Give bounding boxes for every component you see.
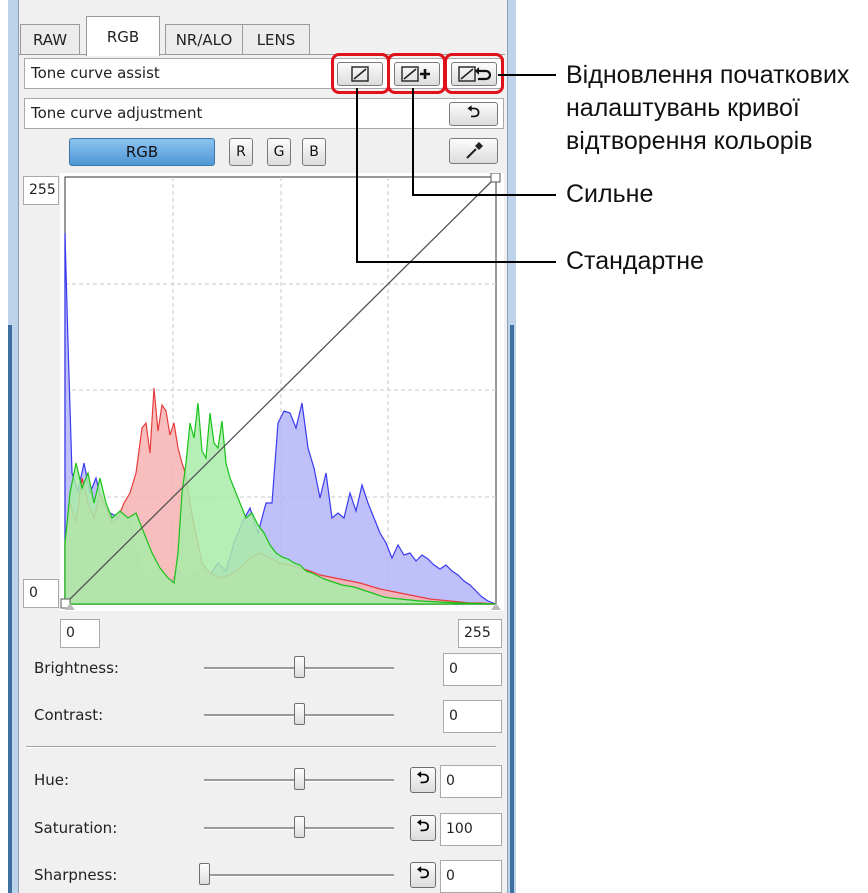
channel-b-button[interactable]: B — [302, 138, 326, 166]
callout-strong-text: Сильне — [566, 180, 654, 208]
eyedropper-icon — [465, 142, 483, 159]
callout-line-strong-vertical — [412, 88, 414, 195]
reset-icon: ⮌ — [467, 101, 480, 121]
reset-icon: ⮌ — [416, 815, 430, 835]
frame-edge-right — [510, 325, 514, 893]
strong-highlight — [387, 53, 446, 94]
callout-standard-text: Стандартне — [566, 247, 704, 275]
curve-input-field[interactable]: 0 — [60, 619, 100, 648]
y-min-label: 0 — [23, 579, 59, 608]
contrast-label: Contrast: — [34, 706, 104, 724]
section-divider — [26, 746, 496, 748]
sharpness-value-field[interactable]: 0 — [440, 860, 502, 893]
y-max-label: 255 — [23, 176, 59, 205]
sharpness-slider-thumb[interactable] — [199, 863, 210, 885]
tab-nr-alo[interactable]: NR/ALO — [165, 24, 243, 55]
tab-raw[interactable]: RAW — [20, 24, 80, 55]
sharpness-reset-button[interactable]: ⮌ — [410, 862, 436, 888]
callout-line-reset — [498, 74, 556, 76]
saturation-reset-button[interactable]: ⮌ — [410, 815, 436, 841]
channel-g-button[interactable]: G — [267, 138, 291, 166]
sharpness-label: Sharpness: — [34, 866, 118, 884]
reset-highlight — [444, 53, 504, 94]
curve-point-white[interactable] — [490, 173, 501, 183]
callout-line-standard-horizontal — [356, 261, 556, 263]
channel-r-button[interactable]: R — [229, 138, 253, 166]
tone-curve-assist-label: Tone curve assist — [31, 64, 160, 82]
hue-label: Hue: — [34, 771, 70, 789]
tone-curve-adjustment-label: Tone curve adjustment — [31, 104, 203, 122]
curve-output-field[interactable]: 255 — [458, 619, 502, 648]
callout-reset-line-1: Відновлення початкових — [566, 61, 850, 89]
contrast-value-field[interactable]: 0 — [443, 700, 502, 733]
brightness-slider-thumb[interactable] — [294, 656, 305, 678]
tone-curve-graph[interactable] — [60, 173, 504, 611]
brightness-label: Brightness: — [34, 659, 119, 677]
callout-reset-line-2: налаштувань кривої — [566, 94, 800, 122]
sharpness-slider-track[interactable] — [204, 874, 394, 877]
brightness-value-field[interactable]: 0 — [443, 653, 502, 686]
tab-lens[interactable]: LENS — [242, 24, 310, 55]
tone-curve-reset-button[interactable]: ⮌ — [449, 102, 498, 126]
frame-edge-left — [8, 325, 12, 893]
tab-rgb[interactable]: RGB — [86, 16, 160, 56]
eyedropper-button[interactable] — [449, 138, 498, 164]
reset-icon: ⮌ — [416, 767, 430, 787]
saturation-label: Saturation: — [34, 819, 118, 837]
hue-value-field[interactable]: 0 — [440, 765, 502, 798]
callout-line-standard-vertical — [356, 88, 358, 262]
hue-slider-thumb[interactable] — [294, 768, 305, 790]
callout-line-strong-horizontal — [412, 194, 556, 196]
hue-reset-button[interactable]: ⮌ — [410, 767, 436, 793]
reset-icon: ⮌ — [416, 862, 430, 882]
callout-reset-line-3: відтворення кольорів — [566, 127, 813, 155]
tone-curve-adjustment-row: Tone curve adjustment — [24, 98, 504, 129]
standard-highlight — [331, 53, 390, 94]
channel-rgb-button[interactable]: RGB — [69, 138, 215, 166]
saturation-slider-thumb[interactable] — [294, 816, 305, 838]
saturation-value-field[interactable]: 100 — [440, 813, 502, 846]
contrast-slider-thumb[interactable] — [294, 703, 305, 725]
callout-reset-text: Відновлення початкових налаштувань криво… — [566, 59, 849, 158]
